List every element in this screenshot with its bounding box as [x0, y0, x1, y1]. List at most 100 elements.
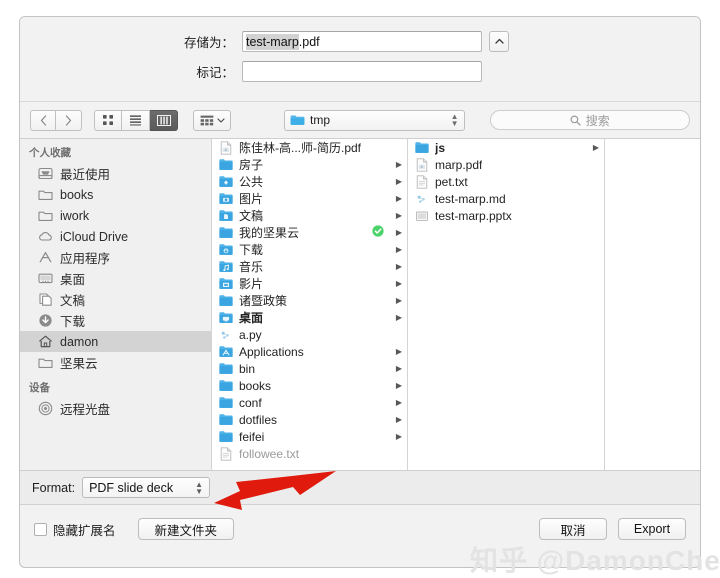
file-name: 我的坚果云 [239, 226, 300, 240]
hide-extension-checkbox[interactable] [34, 522, 47, 536]
documents-icon [39, 293, 52, 306]
file-name: marp.pdf [435, 157, 483, 172]
file-row[interactable]: Applications ▶ [212, 343, 407, 360]
file-name: Applications [239, 344, 304, 359]
sync-complete-badge-icon [372, 225, 384, 237]
sidebar-item-label: 应用程序 [60, 252, 111, 266]
column-tmp[interactable]: js ▶ Amarp.pdf pet.txt test-marp.md test-marp… [408, 139, 605, 470]
file-row[interactable]: test-marp.md [408, 190, 604, 207]
cancel-button[interactable]: 取消 [539, 518, 607, 540]
column-disclosure-icon: ▶ [395, 177, 402, 186]
blue-folder-icon [415, 141, 429, 153]
sidebar-item-label: 最近使用 [60, 168, 111, 182]
file-row[interactable]: pet.txt [408, 173, 604, 190]
chevron-up-icon[interactable] [489, 31, 509, 52]
column-view-button[interactable] [150, 109, 178, 131]
watermark: 知乎 @DamonChen [470, 545, 720, 576]
sidebar-item-fav-3[interactable]: iCloud Drive [20, 226, 211, 247]
sidebar-item-fav-0[interactable]: 最近使用 [20, 163, 211, 184]
sidebar-item-fav-7[interactable]: 下载 [20, 310, 211, 331]
cloud-icon [39, 232, 52, 241]
export-button[interactable]: Export [618, 518, 686, 540]
icon-view-icon [103, 115, 113, 125]
sidebar-item-fav-1[interactable]: books [20, 184, 211, 205]
tags-row: 标记： [20, 61, 700, 82]
file-name: a.py [239, 327, 262, 342]
blue-folder-icon [219, 379, 233, 391]
format-popup[interactable]: PDF slide deck ▲ ▼ [82, 477, 211, 498]
file-row[interactable]: test-marp.pptx [408, 207, 604, 224]
file-row[interactable]: A 陈佳林-高...师-简历.pdf [212, 139, 407, 156]
column-disclosure-icon: ▶ [395, 279, 402, 288]
text-file-icon [416, 174, 428, 189]
forward-button[interactable] [56, 109, 82, 131]
sidebar-item-fav-8[interactable]: damon [20, 331, 211, 352]
save-as-input[interactable]: test-marp .pdf [242, 31, 482, 52]
list-view-button[interactable] [122, 109, 150, 131]
format-popup-value: PDF slide deck [89, 480, 174, 495]
file-row[interactable]: js ▶ [408, 139, 604, 156]
sidebar-section-favorites: 个人收藏 [29, 147, 71, 159]
sidebar-item-fav-4[interactable]: 应用程序 [20, 247, 211, 268]
file-row[interactable]: 文稿 ▶ [212, 207, 407, 224]
column-disclosure-icon: ▶ [395, 228, 402, 237]
file-row[interactable]: 房子 ▶ [212, 156, 407, 173]
column-disclosure-icon: ▶ [395, 245, 402, 254]
sidebar-item-fav-6[interactable]: 文稿 [20, 289, 211, 310]
hide-extension-label: 隐藏扩展名 [53, 523, 116, 538]
column-disclosure-icon: ▶ [395, 381, 402, 390]
tags-input[interactable] [242, 61, 482, 82]
search-icon [570, 115, 581, 126]
file-name: dotfiles [239, 412, 278, 427]
blue-folder-icon [219, 413, 233, 425]
file-name: 影片 [239, 277, 264, 291]
file-name: 下载 [239, 243, 264, 257]
blue-folder-icon [219, 430, 233, 442]
save-dialog: 存储为： test-marp .pdf 标记： tmp ▲ ▼ 搜索 个人收藏 … [19, 16, 701, 568]
file-row[interactable]: 诸暨政策 ▶ [212, 292, 407, 309]
file-row[interactable]: followee.txt [212, 445, 407, 462]
file-name: conf [239, 395, 262, 410]
file-name: followee.txt [239, 446, 300, 461]
column-disclosure-icon: ▶ [395, 160, 402, 169]
file-row[interactable]: 下载 ▶ [212, 241, 407, 258]
icon-view-button[interactable] [94, 109, 122, 131]
column-preview[interactable] [605, 139, 700, 470]
new-folder-button[interactable]: 新建文件夹 [137, 518, 235, 540]
format-bar: Format: PDF slide deck ▲ ▼ [20, 471, 700, 505]
file-row[interactable]: 桌面 ▶ [212, 309, 407, 326]
path-popup-label: tmp [310, 113, 331, 127]
file-row[interactable]: 音乐 ▶ [212, 258, 407, 275]
file-row[interactable]: dotfiles ▶ [212, 411, 407, 428]
search-placeholder: 搜索 [585, 113, 610, 128]
file-row[interactable]: a.py [212, 326, 407, 343]
column-disclosure-icon: ▶ [395, 262, 402, 271]
sidebar-item-fav-2[interactable]: iwork [20, 205, 211, 226]
sidebar-item-fav-9[interactable]: 坚果云 [20, 352, 211, 373]
column-disclosure-icon: ▶ [395, 296, 402, 305]
dialog-action-buttons: 取消 Export [539, 518, 686, 540]
hide-extension-row[interactable]: 隐藏扩展名 [34, 520, 116, 539]
file-row[interactable]: feifei ▶ [212, 428, 407, 445]
arrange-by-button[interactable] [193, 109, 231, 131]
file-row[interactable]: conf ▶ [212, 394, 407, 411]
view-mode-group [94, 109, 178, 131]
file-row[interactable]: 影片 ▶ [212, 275, 407, 292]
sidebar-item-dev-0[interactable]: 远程光盘 [20, 398, 211, 419]
file-row[interactable]: books ▶ [212, 377, 407, 394]
file-row[interactable]: 图片 ▶ [212, 190, 407, 207]
file-row[interactable]: 公共 ▶ [212, 173, 407, 190]
file-name: 公共 [239, 175, 264, 189]
sidebar-item-fav-5[interactable]: 桌面 [20, 268, 211, 289]
column-home[interactable]: A 陈佳林-高...师-简历.pdf 房子 ▶ 公共 ▶ 图片 ▶ 文稿 ▶ 我的坚果云 ▶ 下载 ▶ 音乐… [212, 139, 408, 470]
file-row[interactable]: 我的坚果云 ▶ [212, 224, 407, 241]
chevron-right-icon [65, 114, 72, 126]
path-popup-button[interactable]: tmp ▲ ▼ [284, 109, 465, 131]
column-disclosure-icon: ▶ [395, 194, 402, 203]
sidebar-favorites-list: 最近使用 books iwork iCloud Drive 应用程序桌面 文稿 下载 damo… [20, 163, 211, 373]
back-button[interactable] [30, 109, 56, 131]
file-row[interactable]: Amarp.pdf [408, 156, 604, 173]
column-view-icon [156, 114, 171, 126]
file-row[interactable]: bin ▶ [212, 360, 407, 377]
search-input[interactable]: 搜索 [489, 110, 690, 130]
